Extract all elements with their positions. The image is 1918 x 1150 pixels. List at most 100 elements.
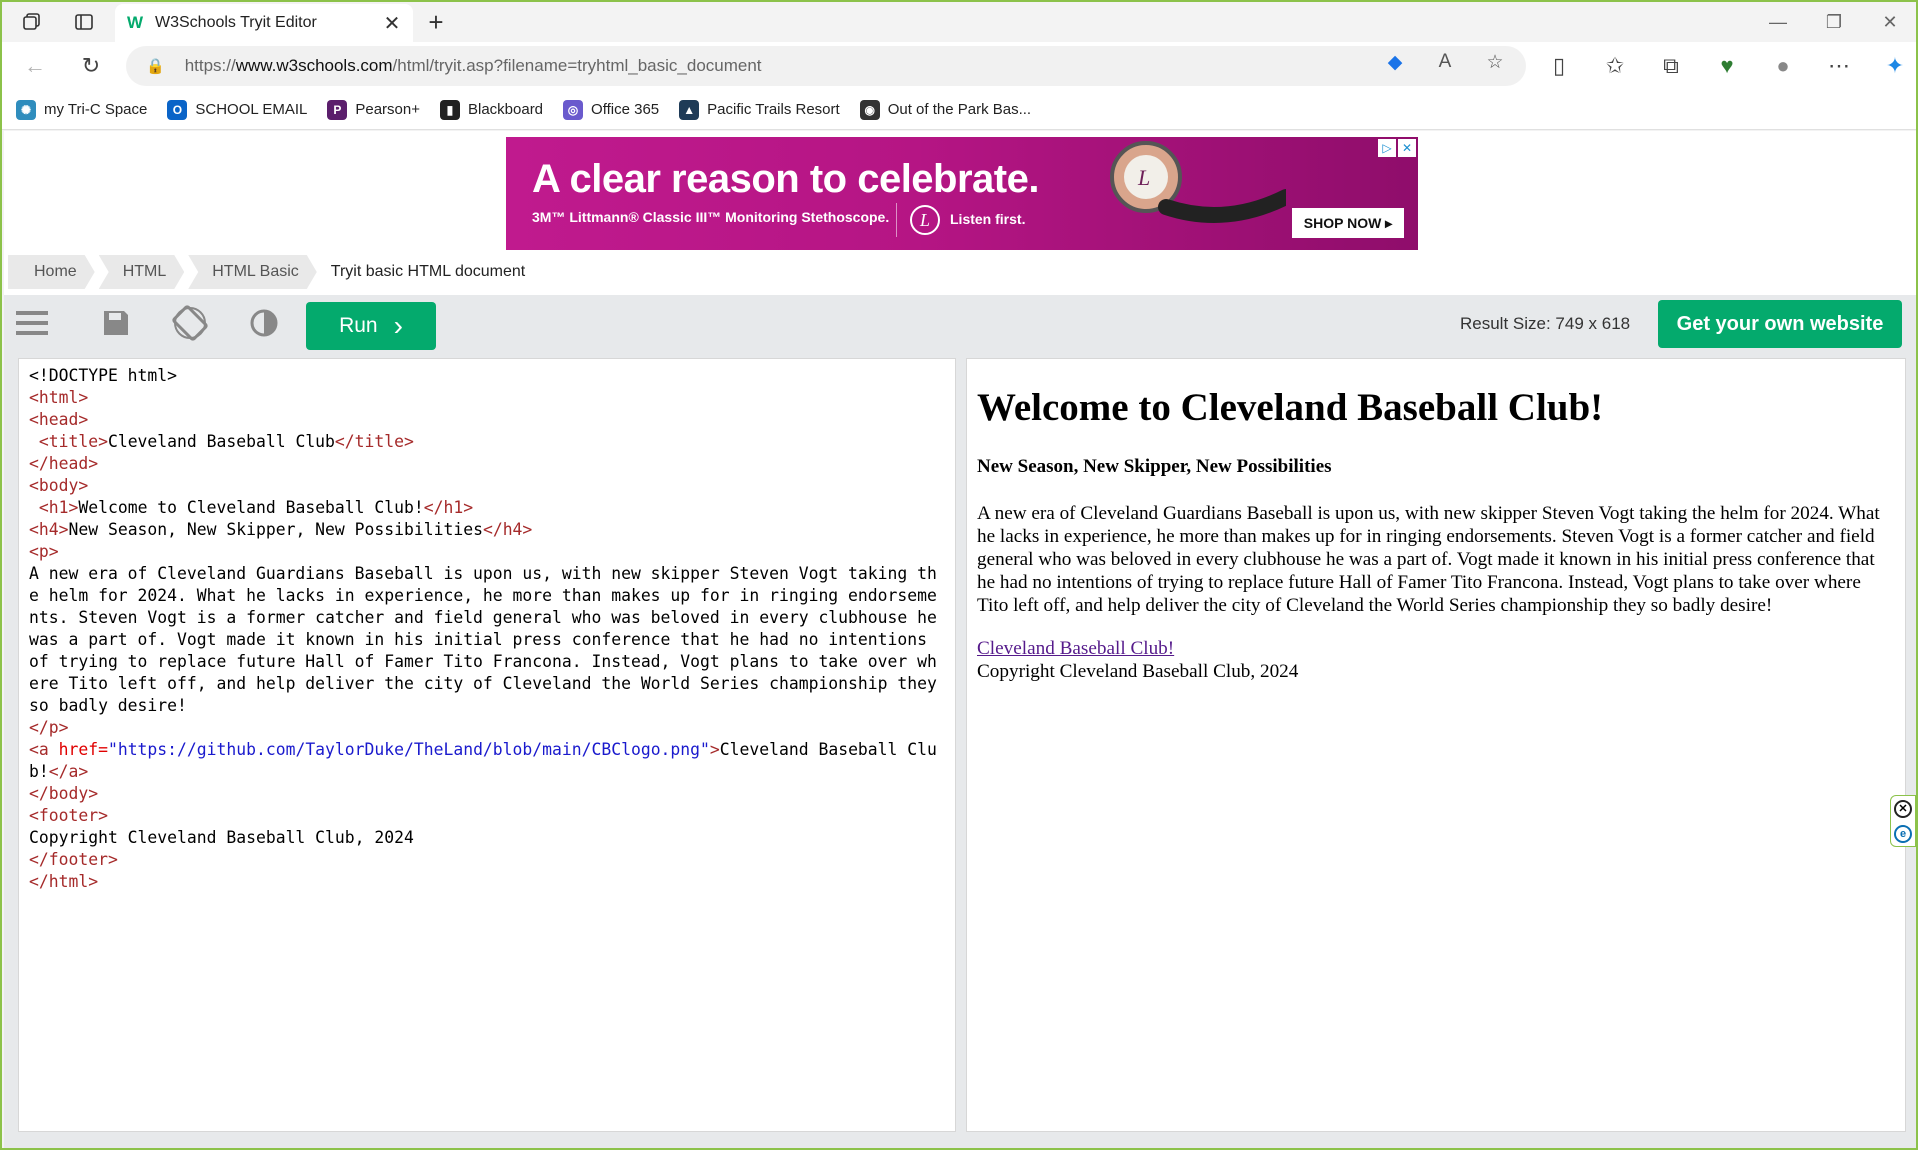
shop-now-button[interactable]: SHOP NOW ▸: [1292, 208, 1404, 238]
code-line: </p>: [29, 717, 945, 739]
code-token: </html>: [29, 872, 99, 891]
restore-icon[interactable]: ❐: [1806, 6, 1862, 38]
breadcrumb-home[interactable]: Home: [8, 255, 95, 289]
result-link[interactable]: Cleveland Baseball Club!: [977, 637, 1895, 660]
favorite-tri-c[interactable]: ✺ my Tri-C Space: [16, 99, 148, 120]
code-line: <h4>New Season, New Skipper, New Possibi…: [29, 519, 945, 541]
code-token: <p>: [29, 542, 59, 561]
w3schools-favicon-icon: W: [126, 13, 144, 32]
ad-subline: 3M™ Littmann® Classic III™ Monitoring St…: [532, 209, 890, 225]
code-token: Welcome to Cleveland Baseball Club!: [78, 498, 424, 517]
tryit-toolbar: Run › Result Size: 749 x 618 Get your ow…: [4, 295, 1916, 352]
code-token: Cleveland Baseball Club: [107, 432, 335, 451]
favorites-icon[interactable]: ✩: [1598, 51, 1632, 81]
code-line: </footer>: [29, 849, 945, 871]
favorite-office[interactable]: ◎ Office 365: [563, 99, 659, 120]
workspaces-icon[interactable]: [16, 8, 48, 36]
stethoscope-icon: L: [1110, 141, 1286, 223]
favorite-blackboard[interactable]: ▮ Blackboard: [439, 99, 543, 120]
breadcrumb-html[interactable]: HTML: [99, 255, 185, 289]
favorite-baseball[interactable]: ◉ Out of the Park Bas...: [859, 99, 1031, 120]
chevron-right-icon: ›: [393, 310, 403, 341]
code-token: <head>: [29, 410, 89, 429]
code-token: </body>: [29, 784, 99, 803]
menu-icon[interactable]: [10, 303, 54, 343]
close-side-icon[interactable]: ✕: [1894, 799, 1912, 818]
ad-headline: A clear reason to celebrate.: [532, 157, 1039, 201]
side-controls: ✕ e: [1890, 795, 1916, 847]
read-aloud-icon[interactable]: A: [1430, 48, 1460, 76]
browser-essentials-icon[interactable]: ♥: [1710, 51, 1744, 81]
result-footer: Copyright Cleveland Baseball Club, 2024: [977, 661, 1299, 682]
editor-panes: <!DOCTYPE html> <html> <head> <title>Cleve…: [4, 352, 1916, 1148]
run-label: Run: [339, 314, 378, 337]
code-token: <footer>: [29, 806, 108, 825]
tab-w3schools[interactable]: W W3Schools Tryit Editor ✕: [115, 4, 413, 42]
url-text: https://www.w3schools.com/html/tryit.asp…: [184, 56, 762, 75]
page-content: A clear reason to celebrate. 3M™ Littman…: [4, 131, 1916, 1148]
code-line: <p>: [29, 541, 945, 563]
minimize-icon[interactable]: —: [1750, 6, 1806, 38]
ad-close-icon[interactable]: ✕: [1398, 139, 1416, 157]
littmann-logo-icon: L: [910, 205, 940, 235]
result-paragraph: A new era of Cleveland Guardians Basebal…: [977, 503, 1880, 616]
favorites-bar: ✺ my Tri-C Space O SCHOOL EMAIL P Pearson+ ▮ Bl…: [2, 90, 1916, 130]
split-screen-icon[interactable]: ▯: [1542, 51, 1576, 81]
profile-icon[interactable]: ●: [1766, 51, 1800, 81]
code-token: </head>: [29, 454, 99, 473]
code-line: </head>: [29, 453, 945, 475]
rotate-layout-icon[interactable]: [168, 303, 212, 343]
blackboard-icon: ▮: [439, 99, 460, 120]
tab-title: W3Schools Tryit Editor: [155, 14, 317, 31]
code-text: <!DOCTYPE html> <html> <head> <title>Cleve…: [29, 365, 945, 893]
favorite-pearson[interactable]: P Pearson+: [327, 99, 420, 120]
code-line: </html>: [29, 871, 945, 893]
breadcrumb: Home HTML HTML Basic Tryit basic HTML do…: [8, 255, 547, 289]
result-heading: Welcome to Cleveland Baseball Club!: [977, 386, 1604, 429]
more-options-icon[interactable]: ⋯: [1822, 51, 1856, 81]
code-token: </footer>: [29, 850, 118, 869]
code-line: </body>: [29, 783, 945, 805]
favorite-label: Pacific Trails Resort: [707, 101, 840, 118]
outlook-icon: O: [167, 99, 188, 120]
ad-choices-icon[interactable]: ▷: [1378, 139, 1396, 157]
collections-icon[interactable]: ⧉: [1654, 51, 1688, 81]
run-button[interactable]: Run ›: [306, 302, 436, 350]
refresh-icon[interactable]: ↻: [74, 51, 108, 81]
code-token: A new era of Cleveland Guardians Basebal…: [29, 564, 947, 715]
close-window-icon[interactable]: ✕: [1862, 6, 1916, 38]
code-token: </h4>: [482, 520, 533, 539]
get-your-own-website-button[interactable]: Get your own website: [1658, 300, 1902, 348]
favorite-label: SCHOOL EMAIL: [195, 101, 308, 118]
code-line: <html>: [29, 387, 945, 409]
svg-text:L: L: [1137, 165, 1150, 190]
code-token: New Season, New Skipper, New Possibiliti…: [68, 520, 483, 539]
code-editor[interactable]: <!DOCTYPE html> <html> <head> <title>Cleve…: [18, 358, 956, 1132]
favorite-landscape[interactable]: ▲ Pacific Trails Resort: [679, 99, 840, 120]
tri-c-icon: ✺: [16, 99, 36, 120]
favorite-label: my Tri-C Space: [44, 101, 148, 118]
result-frame[interactable]: Welcome to Cleveland Baseball Club! New …: [966, 358, 1906, 1132]
edge-icon[interactable]: e: [1894, 824, 1912, 843]
favorite-outlook[interactable]: O SCHOOL EMAIL: [167, 99, 308, 120]
theme-toggle-icon[interactable]: [242, 303, 286, 343]
code-token: <a: [29, 740, 59, 759]
code-token: href=: [58, 740, 108, 759]
code-token: <html>: [29, 388, 89, 407]
shopping-tag-icon[interactable]: ◆: [1380, 48, 1410, 76]
ad-banner[interactable]: A clear reason to celebrate. 3M™ Littman…: [506, 137, 1418, 250]
favorite-star-icon[interactable]: ☆: [1480, 48, 1510, 76]
favorite-label: Pearson+: [355, 101, 420, 118]
lock-icon[interactable]: 🔒: [146, 57, 165, 75]
save-icon[interactable]: [94, 303, 138, 343]
address-bar[interactable]: 🔒 https://www.w3schools.com/html/tryit.a…: [126, 46, 1526, 86]
navigation-bar: ← ↻ 🔒 https://www.w3schools.com/html/try…: [2, 42, 1916, 90]
close-tab-icon[interactable]: ✕: [381, 11, 403, 36]
new-tab-icon[interactable]: +: [420, 7, 452, 37]
tab-actions-icon[interactable]: [68, 8, 100, 36]
copilot-icon[interactable]: ✦: [1878, 51, 1912, 81]
back-icon[interactable]: ←: [18, 51, 52, 81]
breadcrumb-html-basic[interactable]: HTML Basic: [188, 255, 317, 289]
